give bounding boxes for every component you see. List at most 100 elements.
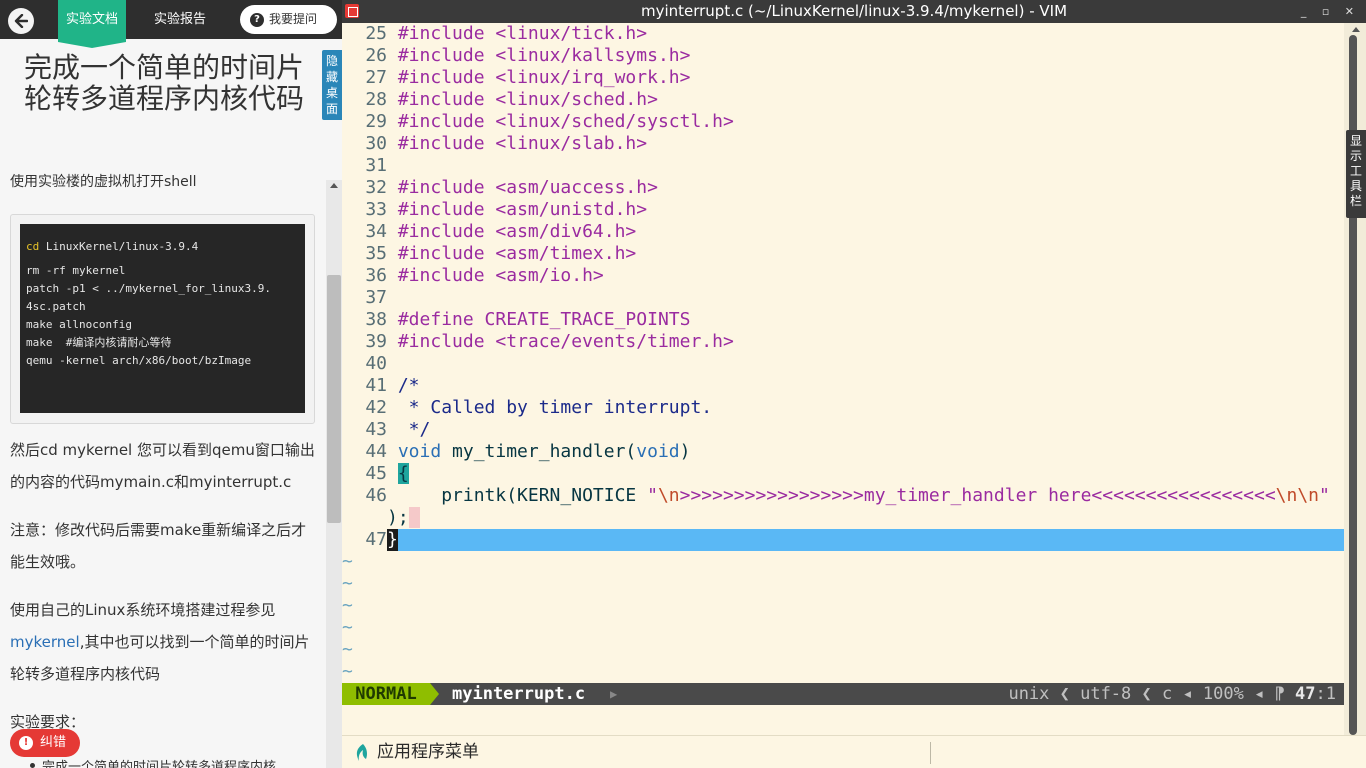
window-title: myinterrupt.c (~/LinuxKernel/linux-3.9.4… [640,2,1068,20]
tab-lab-doc[interactable]: 实验文档 [58,0,126,48]
mykernel-link[interactable]: mykernel [10,633,80,651]
report-error-button[interactable]: ! 纠错 [10,729,80,757]
paragraph-note: 注意：修改代码后需要make重新编译之后才能生效哦。 [10,521,307,571]
line-number: 47 [365,529,387,550]
docs-panel: 实验文档 实验报告 ? 我要提问 完成一个简单的时间片轮转多道程序内核代码 隐藏… [0,0,342,768]
text-cursor: } [387,529,398,551]
code-line-27: 27 #include <linux/irq_work.h> [342,67,1344,89]
trailing-highlight [408,507,420,528]
include-target: <trace/events/timer.h> [495,331,734,352]
show-toolbar-button[interactable]: 显示工具栏 [1346,130,1366,218]
preprocessor-directive: #include [397,177,496,198]
preprocessor-directive: #include [397,45,496,66]
vim-buffer[interactable]: 25 #include <linux/tick.h> 26 #include <l… [342,23,1344,683]
code-line-text: LinuxKernel/linux-3.9.4 [39,240,199,253]
code-token: " [1319,485,1330,506]
ask-question-button[interactable]: ? 我要提问 [240,5,337,34]
include-target: <linux/kallsyms.h> [495,45,691,66]
code-line: patch -p1 < ../mykernel_for_linux3.9. [26,282,272,295]
line-number: 37 [365,287,387,308]
line-number: 27 [365,67,387,88]
include-target: <asm/uaccess.h> [495,177,658,198]
code-token: ) [679,441,691,462]
vim-app-icon [345,4,359,18]
preprocessor-directive: #include [397,199,496,220]
include-target: CREATE_TRACE_POINTS [484,309,691,330]
window-controls[interactable]: _ ▫ ✕ [1301,0,1360,23]
code-line-40: 40 [342,353,1344,375]
include-target: <asm/unistd.h> [495,199,648,220]
include-target: <linux/sched.h> [495,89,658,110]
line-number: 35 [365,243,387,264]
line-number: 46 [365,485,387,506]
code-line-43: 43 */ [342,419,1344,441]
matching-brace: { [397,463,409,484]
line-number: 41 [365,375,387,396]
code-token: void [397,441,442,462]
preprocessor-directive: #include [397,67,496,88]
vim-command-line[interactable] [342,705,1344,735]
code-line: cd LinuxKernel/linux-3.9.4 [26,240,199,253]
docs-scrollbar-thumb[interactable] [327,275,341,523]
paragraph-mykernel: 然后cd mykernel 您可以看到qemu窗口输出的内容的代码mymain.… [10,441,315,491]
code-token: my_timer_handler( [441,441,637,462]
intro-text: 使用实验楼的虚拟机打开shell [10,174,197,190]
code-line-31: 31 [342,155,1344,177]
setup-text: 使用自己的Linux系统环境搭建过程参见 [10,601,276,619]
include-target: <asm/io.h> [495,265,604,286]
preprocessor-directive: #include [397,89,496,110]
line-number: 29 [365,111,387,132]
code-line-44: 44 void my_timer_handler(void) [342,441,1344,463]
tab-lab-report[interactable]: 实验报告 [142,0,218,39]
include-target: <linux/tick.h> [495,23,648,44]
taskbar-divider [930,742,931,764]
code-line-41: 41 /* [342,375,1344,397]
preprocessor-directive: #include [397,23,496,44]
code-line-35: 35 #include <asm/timex.h> [342,243,1344,265]
line-number: 30 [365,133,387,154]
preprocessor-directive: #include [397,331,496,352]
line-number: 38 [365,309,387,330]
code-token: \n [657,485,680,506]
code-line-46-wrap: ); [342,507,1344,529]
status-filename: myinterrupt.c [452,684,586,704]
status-line-number: 47 [1295,684,1316,704]
code-line-46: 46 printk(KERN_NOTICE "\n>>>>>>>>>>>>>>>… [342,485,1344,507]
scroll-up-icon[interactable] [330,183,338,188]
code-token: " [647,485,658,506]
vim-titlebar: myinterrupt.c (~/LinuxKernel/linux-3.9.4… [342,0,1366,23]
code-token: >>>>>>>>>>>>>>>>>my_timer_handler here<<… [679,485,1276,506]
desktop: 实验文档 实验报告 ? 我要提问 完成一个简单的时间片轮转多道程序内核代码 隐藏… [0,0,1366,768]
code-token: printk(KERN_NOTICE [397,485,648,506]
mode-indicator: NORMAL [342,683,430,705]
requirement-item: 完成一个简单的时间片轮转多道程序内核 [42,760,277,768]
preprocessor-directive: #include [397,243,496,264]
hide-desktop-button[interactable]: 隐藏桌面 [322,50,342,120]
preprocessor-directive: #include [397,133,496,154]
vim-window: myinterrupt.c (~/LinuxKernel/linux-3.9.4… [342,0,1366,768]
line-number: 45 [365,463,387,484]
line-number: 44 [365,441,387,462]
code-line-28: 28 #include <linux/sched.h> [342,89,1344,111]
include-target: <asm/timex.h> [495,243,637,264]
doc-title: 完成一个简单的时间片轮转多道程序内核代码 [23,51,304,115]
empty-line-marker: ~ [342,595,353,616]
code-block: cd LinuxKernel/linux-3.9.4 rm -rf mykern… [20,224,305,413]
scroll-up-icon[interactable] [1352,27,1360,32]
code-token: void [636,441,680,462]
line-number: 32 [365,177,387,198]
report-error-label: 纠错 [40,735,67,750]
include-target: <linux/slab.h> [495,133,648,154]
vim-statusline: NORMAL myinterrupt.c ▶ unix ❮ utf-8 ❮ c … [342,683,1344,705]
back-button[interactable] [8,8,34,34]
line-number: 40 [365,353,387,374]
ask-question-label: 我要提问 [269,12,318,26]
paragraph-setup: 使用自己的Linux系统环境搭建过程参见mykernel,其中也可以找到一个简单… [10,594,320,690]
code-line-45: 45 { [342,463,1344,485]
arrow-left-icon [14,14,28,28]
code-line-37: 37 [342,287,1344,309]
application-menu-icon[interactable] [354,744,368,761]
application-menu-button[interactable]: 应用程序菜单 [377,741,479,763]
preprocessor-directive: #include [397,265,496,286]
code-token: ); [387,507,409,528]
